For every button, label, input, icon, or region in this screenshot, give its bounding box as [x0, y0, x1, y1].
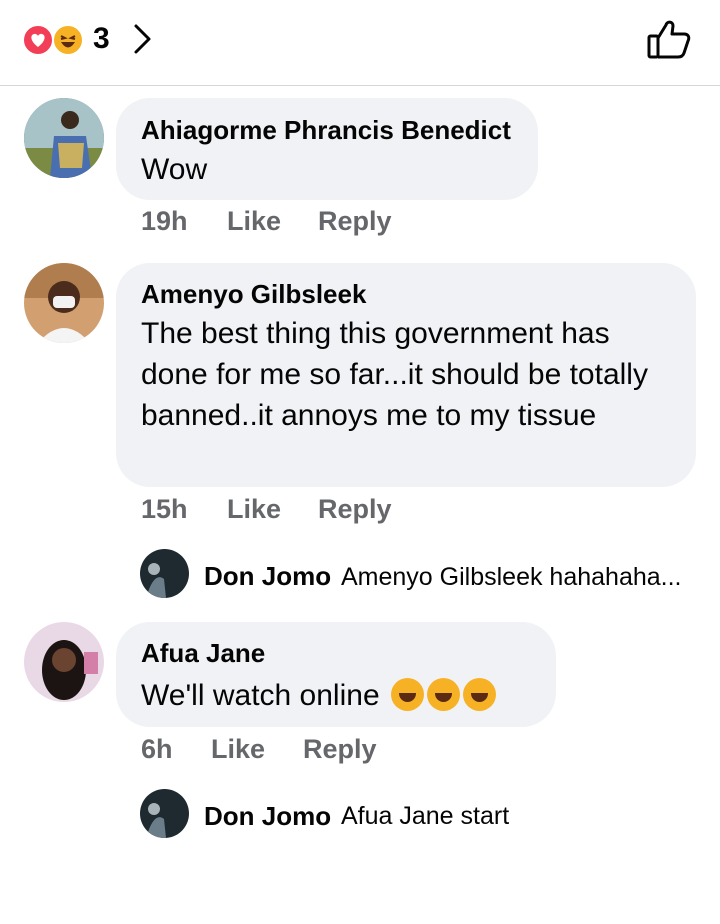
- comment-text-row: We'll watch online: [141, 675, 496, 716]
- haha-reaction-icon[interactable]: [52, 24, 84, 56]
- laughing-emoji-icon: [390, 678, 424, 711]
- comment-time[interactable]: 15h: [141, 494, 188, 524]
- comment-text: The best thing this government has done …: [141, 317, 648, 432]
- avatar[interactable]: [140, 789, 189, 838]
- like-thumb-icon[interactable]: [646, 16, 692, 62]
- reply-preview-text[interactable]: Afua Jane start: [341, 801, 509, 831]
- comment-author[interactable]: Amenyo Gilbsleek: [141, 279, 366, 309]
- reply-author[interactable]: Don Jomo: [204, 801, 331, 831]
- avatar[interactable]: [24, 98, 104, 178]
- reply-button[interactable]: Reply: [318, 206, 392, 236]
- reply-preview-text[interactable]: Amenyo Gilbsleek hahahaha...: [341, 562, 682, 592]
- laughing-emoji-icon: [462, 678, 496, 711]
- comment-text: We'll watch online: [141, 679, 380, 712]
- reply-button[interactable]: Reply: [318, 494, 392, 524]
- avatar[interactable]: [24, 263, 104, 343]
- chevron-right-icon[interactable]: [132, 22, 154, 56]
- avatar[interactable]: [24, 622, 104, 702]
- reaction-count[interactable]: 3: [93, 22, 110, 56]
- like-button[interactable]: Like: [227, 494, 281, 524]
- comment-time[interactable]: 19h: [141, 206, 188, 236]
- avatar[interactable]: [140, 549, 189, 598]
- heart-reaction-icon[interactable]: [22, 24, 54, 56]
- like-button[interactable]: Like: [211, 734, 265, 764]
- comment-time[interactable]: 6h: [141, 734, 173, 764]
- reply-button[interactable]: Reply: [303, 734, 377, 764]
- reactions-bar: 3: [0, 0, 720, 86]
- like-button[interactable]: Like: [227, 206, 281, 236]
- comment-author[interactable]: Ahiagorme Phrancis Benedict: [141, 115, 511, 145]
- reply-author[interactable]: Don Jomo: [204, 561, 331, 591]
- comment-author[interactable]: Afua Jane: [141, 638, 265, 668]
- comment-text: Wow: [141, 153, 208, 186]
- laughing-emoji-icon: [426, 678, 460, 711]
